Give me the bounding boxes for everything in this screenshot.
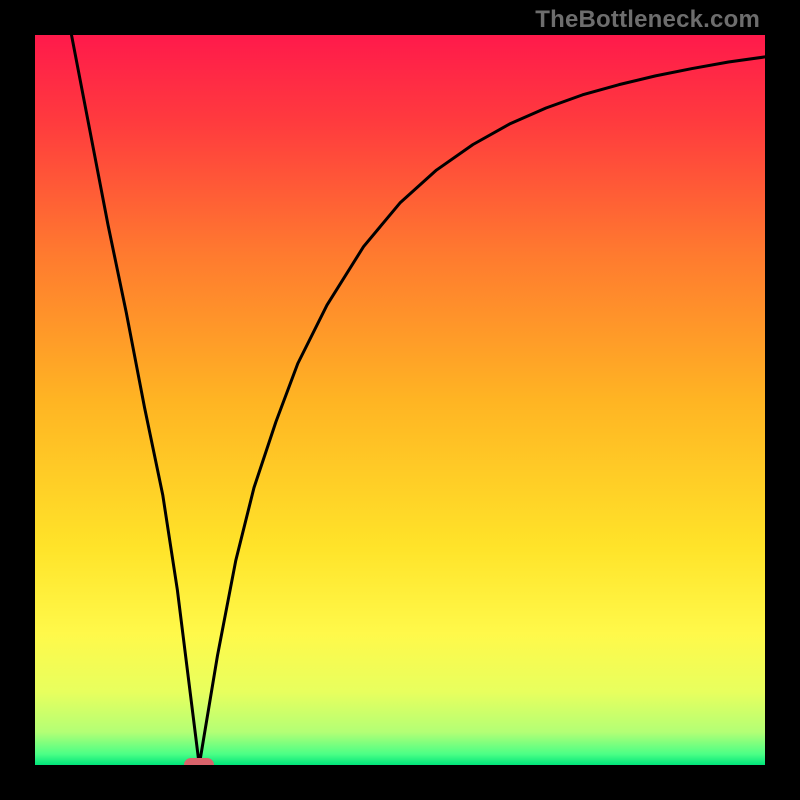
watermark-text: TheBottleneck.com (535, 6, 760, 34)
chart-frame: TheBottleneck.com (0, 0, 800, 800)
plot-area (35, 35, 765, 765)
optimal-point-marker (184, 758, 214, 765)
bottleneck-curve (35, 35, 765, 765)
